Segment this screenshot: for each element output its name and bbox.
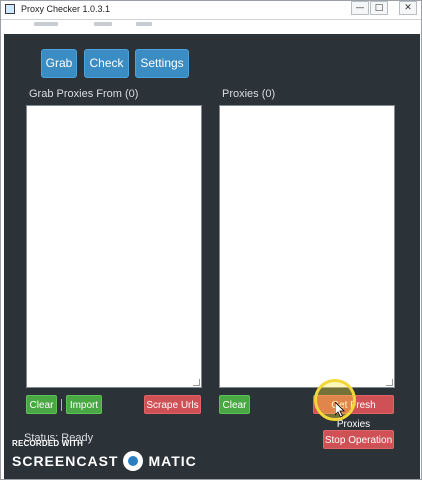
watermark-brand-left: SCREENCAST <box>12 453 119 469</box>
grab-tab-button[interactable]: Grab <box>41 49 77 78</box>
faded-menu-mark <box>94 22 112 26</box>
clear-right-button[interactable]: Clear <box>219 395 250 414</box>
status-text: Status: Ready <box>24 432 94 444</box>
get-fresh-proxies-button[interactable]: Get Fresh Proxies <box>313 395 394 430</box>
scrape-urls-button[interactable]: Scrape Urls <box>144 395 201 414</box>
minimize-button[interactable]: — <box>351 1 369 15</box>
button-separator <box>61 399 62 411</box>
app-window: Proxy Checker 1.0.3.1 — □ ✕ Grab Check S… <box>0 0 422 480</box>
check-tab-button[interactable]: Check <box>84 49 129 78</box>
proxies-textarea[interactable] <box>219 105 395 388</box>
clear-left-button[interactable]: Clear <box>26 395 57 414</box>
faded-menu-mark <box>34 22 58 26</box>
proxies-label: Proxies (0) <box>222 88 276 100</box>
grab-urls-textarea[interactable] <box>26 105 202 388</box>
resize-grip-icon[interactable] <box>386 379 393 386</box>
close-button[interactable]: ✕ <box>399 1 417 15</box>
watermark-brand: SCREENCAST MATIC <box>12 451 197 471</box>
watermark-brand-right: MATIC <box>148 453 197 469</box>
record-dot-icon <box>123 451 144 471</box>
resize-grip-icon[interactable] <box>193 379 200 386</box>
window-title: Proxy Checker 1.0.3.1 <box>21 4 111 14</box>
stop-operation-button[interactable]: Stop Operation <box>323 430 394 449</box>
app-icon <box>5 4 15 14</box>
grab-proxies-from-label: Grab Proxies From (0) <box>29 88 139 100</box>
faded-menu-mark <box>136 22 152 26</box>
title-bar: Proxy Checker 1.0.3.1 — □ ✕ <box>1 1 421 20</box>
settings-tab-button[interactable]: Settings <box>135 49 189 78</box>
top-strip <box>4 20 420 34</box>
import-button[interactable]: Import <box>66 395 102 414</box>
maximize-button[interactable]: □ <box>370 1 388 15</box>
app-body: Grab Check Settings Grab Proxies From (0… <box>4 20 420 479</box>
